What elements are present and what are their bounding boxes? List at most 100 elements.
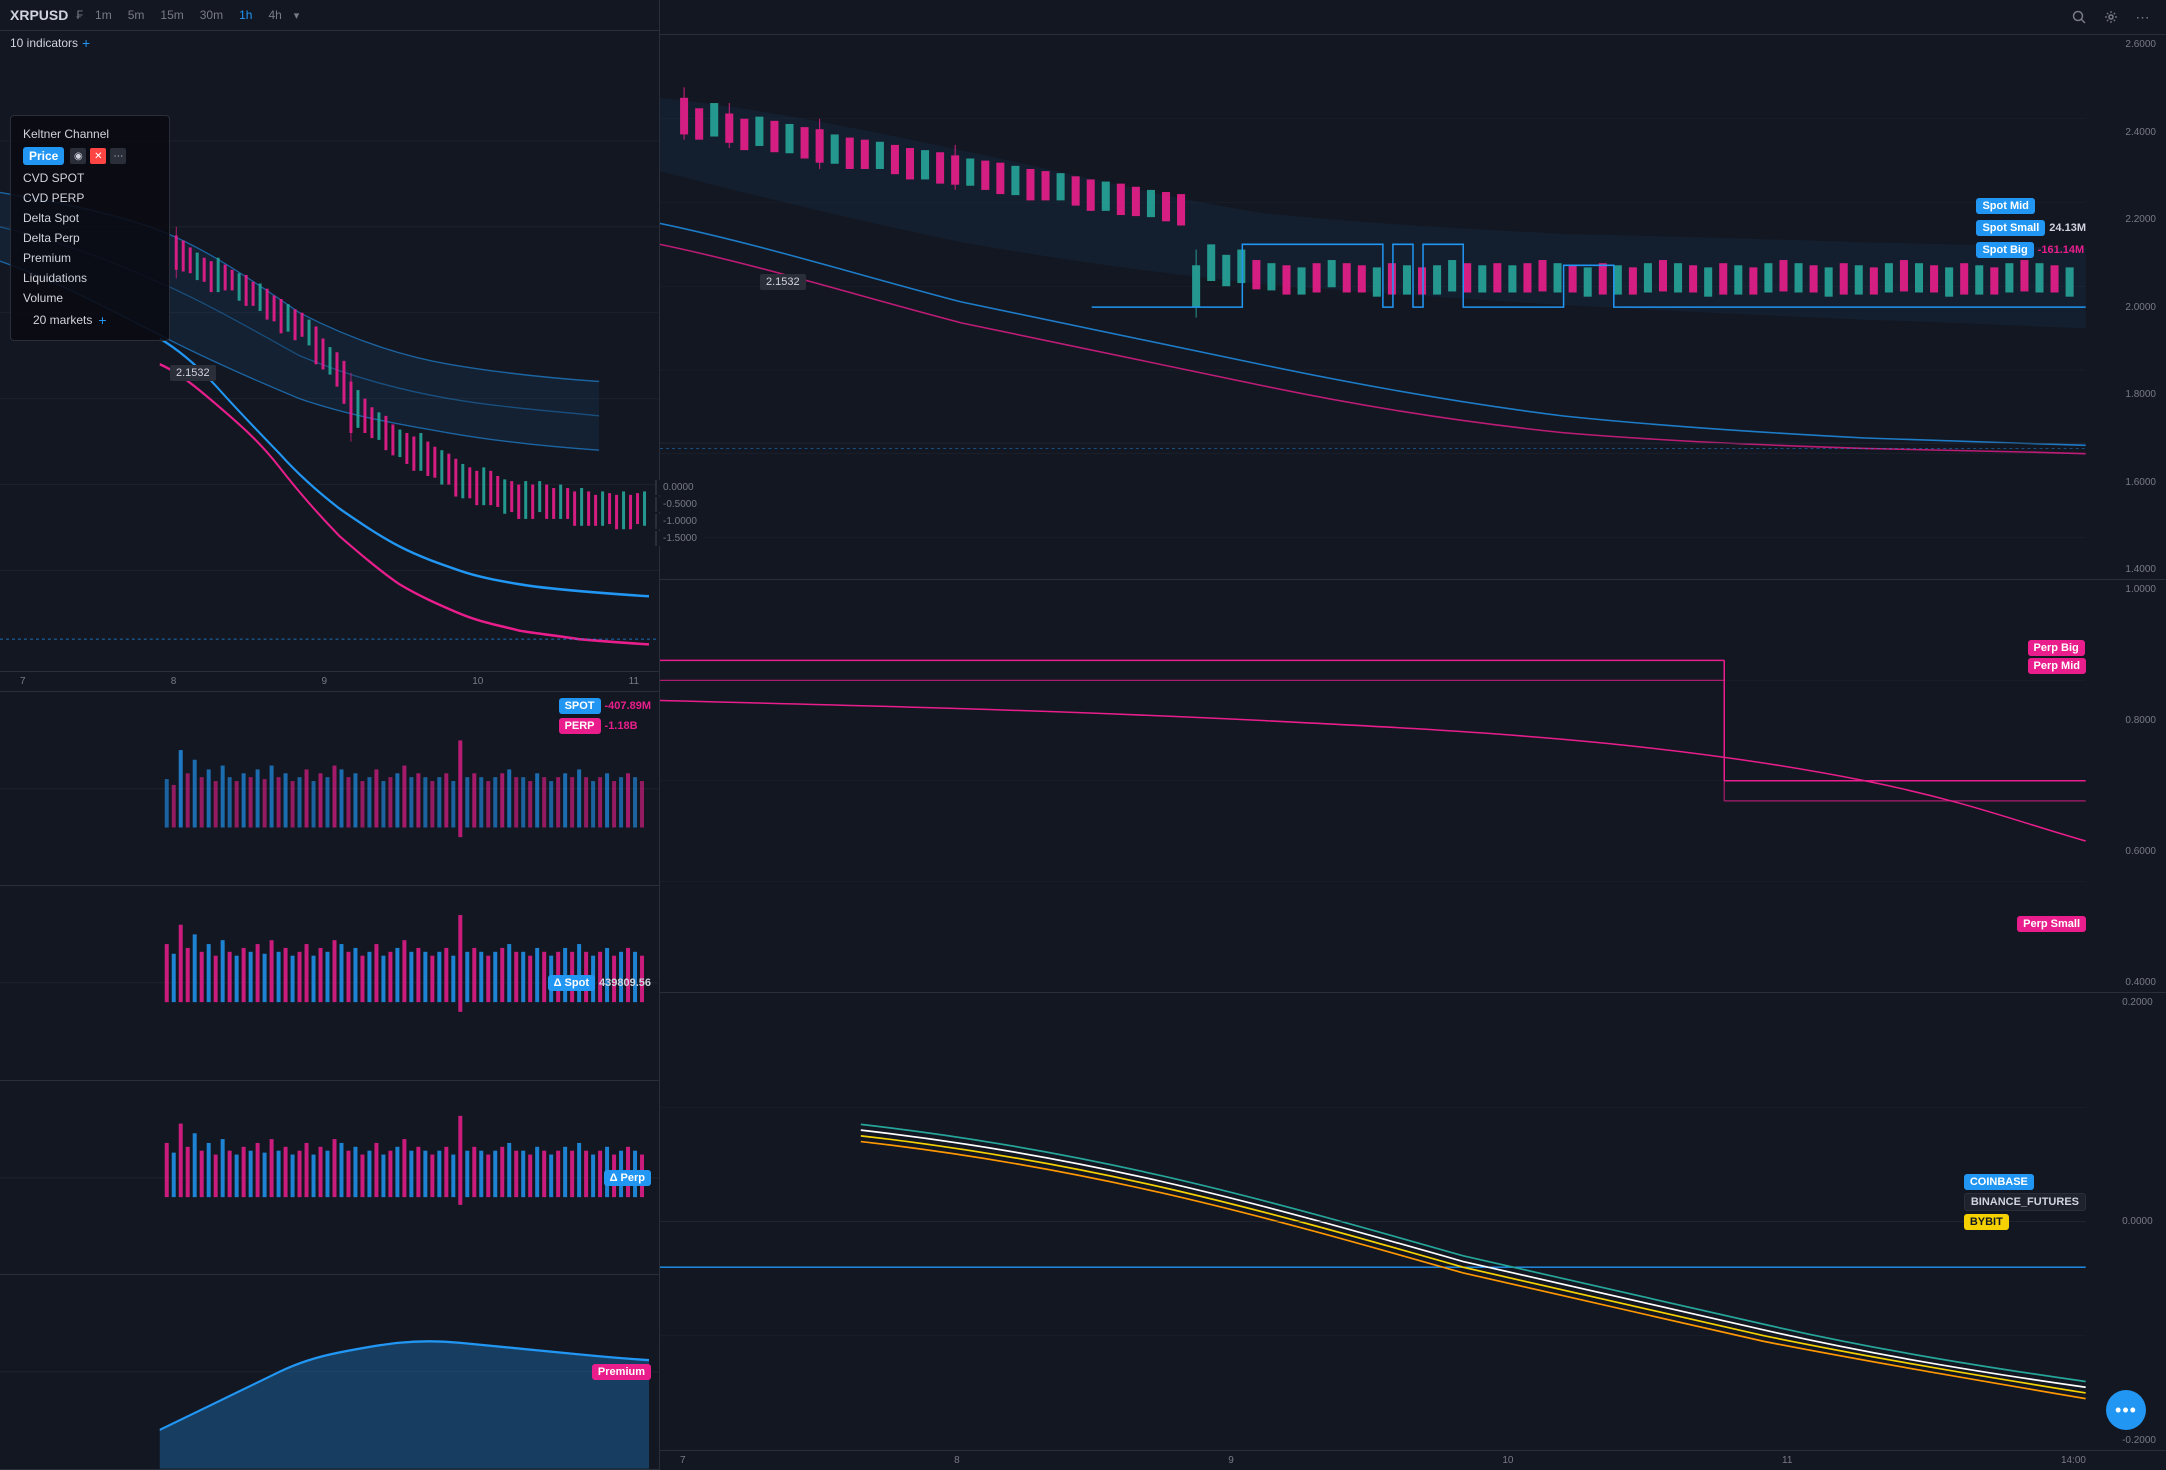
perp-big-label: Perp Big — [2028, 640, 2085, 656]
binance-label: BINANCE_FUTURES — [1964, 1193, 2086, 1211]
delta-perp-label: Δ Perp — [604, 1170, 651, 1186]
more-icon-btn[interactable]: ⋯ — [2132, 6, 2154, 28]
legend-keltner: Keltner Channel — [23, 124, 157, 144]
legend-premium: Premium — [23, 248, 157, 268]
tf-4h[interactable]: 4h — [264, 6, 285, 24]
spot-labels: Spot Mid Spot Small 24.13M Spot Big -161… — [1976, 198, 2086, 258]
r-tick-11: 11 — [1782, 1455, 1792, 1466]
delta-perp-badge-container: Δ Perp — [604, 1172, 651, 1184]
markets-plus-icon[interactable]: + — [98, 312, 106, 328]
legend-price: Price ◉ ✕ ⋯ — [23, 144, 157, 168]
left-price-minus05: -0.5000 — [655, 497, 703, 512]
spot-small-label: Spot Small — [1976, 220, 2045, 236]
markets-label: 20 markets — [33, 313, 92, 327]
delta-spot-value: 439809.56 — [599, 977, 651, 989]
spot-mid-row: Spot Mid — [1976, 198, 2086, 214]
delta-spot-badge-container: Δ Spot 439809.56 — [548, 975, 651, 991]
left-panel: XRPUSD ₣ 1m 5m 15m 30m 1h 4h ▾ 10 indica… — [0, 0, 660, 1470]
chart-header: XRPUSD ₣ 1m 5m 15m 30m 1h 4h ▾ — [0, 0, 659, 31]
right-price-svg — [660, 35, 2166, 579]
perp-big-row: Perp Big — [2028, 642, 2086, 654]
legend-liquidations: Liquidations — [23, 268, 157, 288]
x-tick-8: 8 — [171, 676, 177, 687]
legend-delta-perp: Delta Perp — [23, 228, 157, 248]
price-controls: ◉ ✕ ⋯ — [70, 148, 126, 164]
perp-badge: PERP — [559, 718, 601, 734]
spot-big-row: Spot Big -161.14M — [1976, 242, 2086, 258]
coinbase-row: COINBASE — [1964, 1176, 2086, 1188]
legend-delta-perp-label: Delta Perp — [23, 231, 80, 245]
right-delta-panel: 1.0000 0.8000 0.6000 0.4000 Perp Big Per… — [660, 580, 2166, 993]
right-header: ⋯ — [660, 0, 2166, 35]
perp-labels: Perp Big Perp Mid — [2028, 642, 2086, 672]
perp-mid-label: Perp Mid — [2028, 658, 2086, 674]
perp-value: -1.18B — [605, 720, 638, 732]
delta-perp-svg — [0, 1081, 659, 1275]
tf-30m[interactable]: 30m — [196, 6, 227, 24]
indicator-legend: Keltner Channel Price ◉ ✕ ⋯ CVD SPOT — [10, 115, 170, 341]
binance-row: BINANCE_FUTURES — [1964, 1196, 2086, 1208]
x-tick-9: 9 — [322, 676, 328, 687]
price-badge: Price — [23, 147, 64, 165]
spot-big-label: Spot Big — [1976, 242, 2033, 258]
legend-delta-spot: Delta Spot — [23, 208, 157, 228]
symbol-label: XRPUSD — [10, 7, 68, 23]
coinbase-label: COINBASE — [1964, 1174, 2034, 1190]
right-time-axis: 7 8 9 10 11 14:00 — [660, 1450, 2166, 1470]
right-panel: ⋯ — [660, 0, 2166, 1470]
delta-perp-panel: Δ Perp — [0, 1081, 659, 1276]
center-price-labels: 0.0000 -0.5000 -1.0000 -1.5000 — [655, 480, 703, 546]
spot-value: -407.89M — [605, 700, 651, 712]
price-close-btn[interactable]: ✕ — [90, 148, 106, 164]
spot-big-value: -161.14M — [2038, 244, 2084, 256]
spot-small-value: 24.13M — [2049, 222, 2086, 234]
x-tick-10: 10 — [472, 676, 483, 687]
search-icon-btn[interactable] — [2068, 6, 2090, 28]
legend-keltner-label: Keltner Channel — [23, 127, 109, 141]
left-charts: Keltner Channel Price ◉ ✕ ⋯ CVD SPOT — [0, 55, 659, 1470]
more-button[interactable]: ••• — [2106, 1390, 2146, 1430]
right-delta-svg — [660, 580, 2166, 992]
indicators-label: 10 indicators — [10, 36, 78, 50]
x-tick-11: 11 — [629, 676, 639, 687]
legend-cvd-perp: CVD PERP — [23, 188, 157, 208]
tf-dropdown[interactable]: ▾ — [294, 9, 300, 22]
right-bottom-panel: 0.2000 0.0000 -0.2000 COINBASE BINANCE_F… — [660, 993, 2166, 1450]
perp-small-container: Perp Small — [2017, 918, 2086, 930]
r-tick-14: 14:00 — [2061, 1455, 2086, 1466]
legend-delta-spot-label: Delta Spot — [23, 211, 79, 225]
settings-icon-btn[interactable] — [2100, 6, 2122, 28]
spot-badge: SPOT — [559, 698, 601, 714]
markets-row: 20 markets + — [23, 308, 157, 332]
tf-1m[interactable]: 1m — [91, 6, 116, 24]
main-container: XRPUSD ₣ 1m 5m 15m 30m 1h 4h ▾ 10 indica… — [0, 0, 2166, 1470]
r-tick-9: 9 — [1228, 1455, 1234, 1466]
delta-spot-panel: Δ Spot 439809.56 — [0, 886, 659, 1081]
right-bottom-svg — [660, 993, 2166, 1450]
indicators-plus-icon[interactable]: + — [82, 35, 90, 51]
delta-spot-label: Δ Spot — [548, 975, 595, 991]
x-tick-7: 7 — [20, 676, 26, 687]
legend-cvd-perp-label: CVD PERP — [23, 191, 84, 205]
premium-panel: Premium — [0, 1275, 659, 1470]
legend-cvd-spot: CVD SPOT — [23, 168, 157, 188]
spot-small-row: Spot Small 24.13M — [1976, 220, 2086, 236]
tf-5m[interactable]: 5m — [124, 6, 149, 24]
spot-mid-label: Spot Mid — [1976, 198, 2034, 214]
legend-liquidations-label: Liquidations — [23, 271, 87, 285]
indicators-button[interactable]: 10 indicators + — [10, 35, 90, 51]
cvd-panel: SPOT -407.89M PERP -1.18B — [0, 692, 659, 887]
price-eye-btn[interactable]: ◉ — [70, 148, 86, 164]
tf-1h[interactable]: 1h — [235, 6, 256, 24]
price-menu-btn[interactable]: ⋯ — [110, 148, 126, 164]
left-price-minus15: -1.5000 — [655, 531, 703, 546]
spot-perp-badges: SPOT -407.89M PERP -1.18B — [559, 698, 651, 734]
right-current-price: 2.1532 — [760, 274, 806, 290]
indicators-bar: 10 indicators + — [0, 31, 659, 55]
legend-volume: Volume — [23, 288, 157, 308]
perp-mid-row: Perp Mid — [2028, 660, 2086, 672]
premium-badge-container: Premium — [592, 1366, 651, 1378]
tf-15m[interactable]: 15m — [156, 6, 187, 24]
legend-premium-label: Premium — [23, 251, 71, 265]
bybit-label: BYBIT — [1964, 1214, 2009, 1230]
